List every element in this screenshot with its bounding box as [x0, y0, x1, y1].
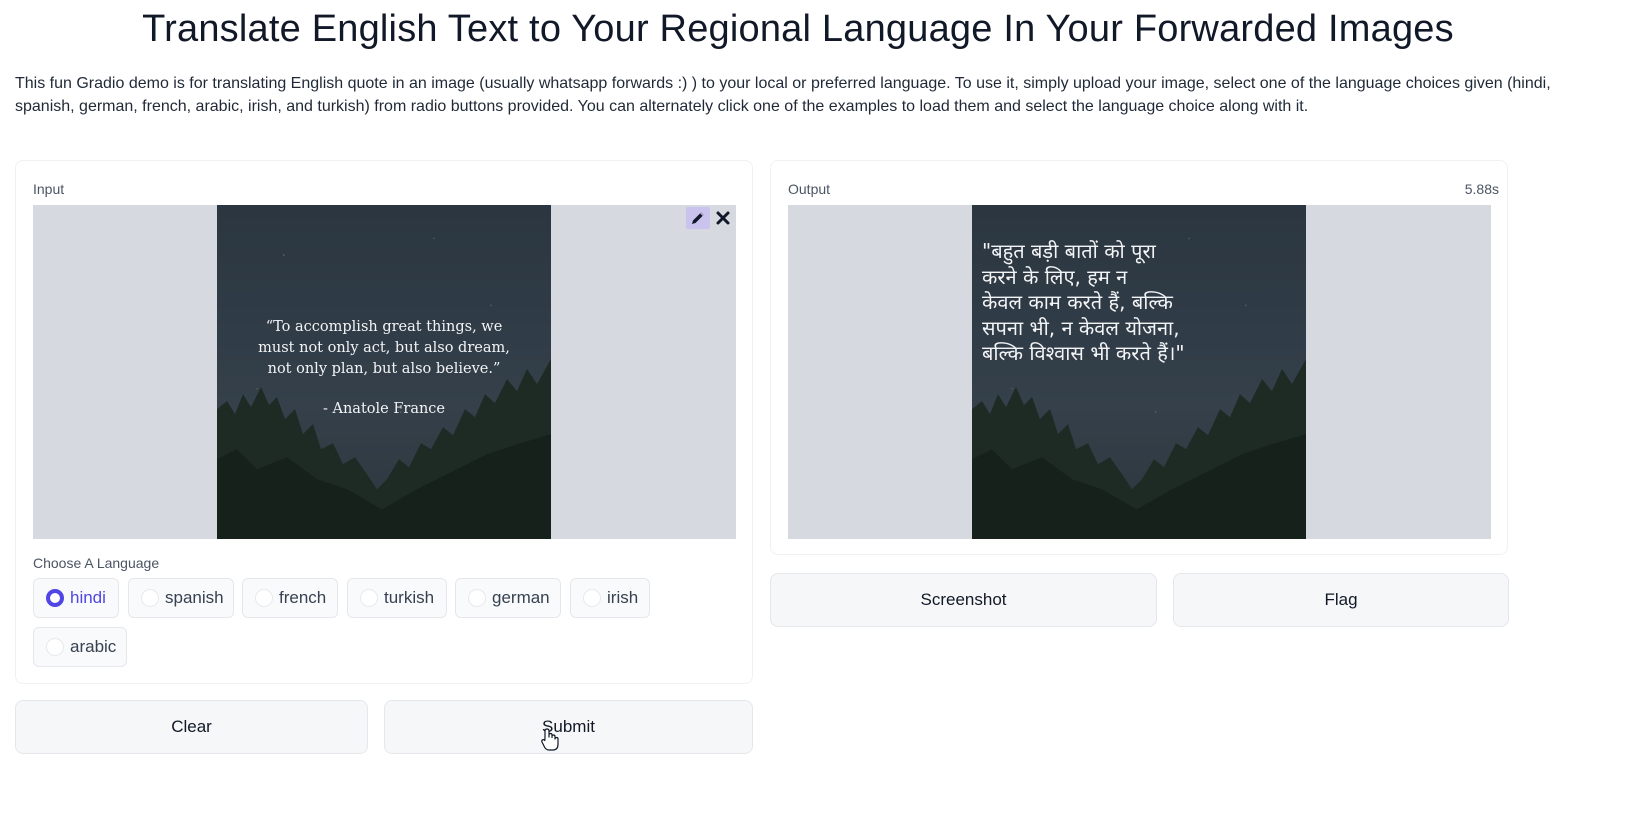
input-panel: Input “To accomplish great things, we mu… — [15, 160, 753, 684]
submit-button[interactable]: Submit — [384, 700, 753, 754]
input-image-area[interactable]: “To accomplish great things, we must not… — [33, 205, 736, 539]
page-description: This fun Gradio demo is for translating … — [15, 75, 1551, 115]
radio-french[interactable]: french — [242, 578, 338, 618]
radio-turkish[interactable]: turkish — [347, 578, 447, 618]
radio-arabic[interactable]: arabic — [33, 627, 127, 667]
translated-line: "बहुत बड़ी बातों को पूरा — [982, 239, 1156, 263]
radio-dot — [46, 638, 64, 656]
quote-author: - Anatole France — [322, 401, 446, 417]
input-label: Input — [33, 181, 65, 197]
page-title: Translate English Text to Your Regional … — [142, 8, 1454, 50]
translated-line: करने के लिए, हम न — [982, 264, 1128, 289]
radio-label: irish — [607, 588, 639, 607]
pencil-icon — [692, 212, 704, 224]
quote-line: “To accomplish great things, we — [265, 319, 503, 335]
hand-cursor-icon — [541, 728, 559, 751]
output-label: Output — [788, 181, 831, 197]
output-panel: Output 5.88s "बहुत बड़ी बातों को पूरा कर… — [770, 160, 1508, 555]
radio-spanish[interactable]: spanish — [128, 578, 234, 618]
radio-irish[interactable]: irish — [570, 578, 650, 618]
radio-hindi[interactable]: hindi — [33, 578, 119, 618]
radio-german[interactable]: german — [455, 578, 561, 618]
radio-label: arabic — [70, 637, 117, 656]
radio-label: spanish — [165, 588, 224, 607]
radio-label: hindi — [70, 588, 106, 607]
language-label: Choose A Language — [33, 555, 160, 571]
screenshot-button[interactable]: Screenshot — [770, 573, 1157, 627]
radio-dot — [468, 589, 486, 607]
input-quote-image: “To accomplish great things, we must not… — [217, 205, 551, 539]
radio-dot — [46, 589, 64, 607]
radio-label: french — [279, 588, 327, 607]
radio-dot — [360, 589, 378, 607]
remove-image-button[interactable] — [711, 207, 735, 229]
radio-label: turkish — [384, 588, 435, 607]
quote-line: not only plan, but also believe.” — [267, 361, 501, 377]
processing-time: 5.88s — [1464, 181, 1499, 197]
english-quote: “To accomplish great things, we must not… — [217, 317, 551, 420]
radio-dot — [583, 589, 601, 607]
output-image-area: "बहुत बड़ी बातों को पूरा करने के लिए, हम… — [788, 205, 1491, 539]
translated-line: बल्कि विश्वास भी करते हैं।" — [982, 341, 1185, 365]
clear-button[interactable]: Clear — [15, 700, 368, 754]
translated-quote: "बहुत बड़ी बातों को पूरा करने के लिए, हम… — [982, 239, 1302, 367]
output-quote-image: "बहुत बड़ी बातों को पूरा करने के लिए, हम… — [972, 205, 1306, 539]
trees-silhouette — [972, 358, 1306, 539]
flag-button[interactable]: Flag — [1173, 573, 1509, 627]
close-icon — [716, 211, 730, 225]
radio-dot — [141, 589, 159, 607]
translated-line: सपना भी, न केवल योजना, — [982, 315, 1180, 340]
radio-label: german — [492, 588, 550, 607]
edit-image-button[interactable] — [686, 207, 710, 229]
translated-line: केवल काम करते हैं, बल्कि — [982, 290, 1173, 314]
quote-line: must not only act, but also dream, — [258, 340, 510, 356]
radio-dot — [255, 589, 273, 607]
